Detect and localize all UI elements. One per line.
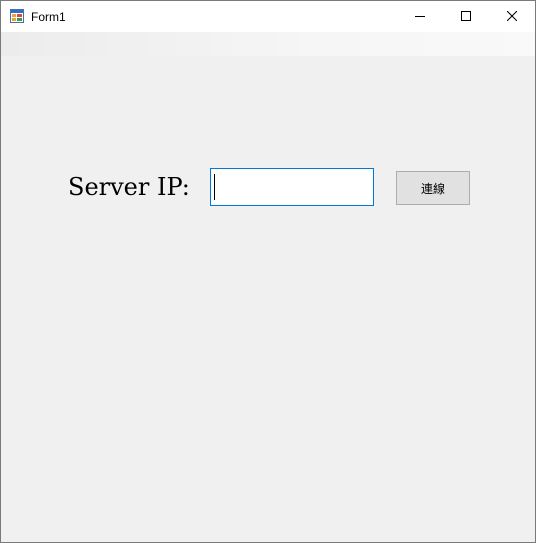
- minimize-button[interactable]: [397, 1, 443, 32]
- server-ip-label: Server IP:: [68, 173, 190, 201]
- window-title: Form1: [31, 10, 66, 24]
- connect-button[interactable]: 連線: [396, 171, 470, 205]
- server-ip-input[interactable]: [210, 168, 374, 206]
- maximize-button[interactable]: [443, 1, 489, 32]
- title-bar[interactable]: Form1: [1, 1, 535, 32]
- minimize-icon: [415, 10, 425, 24]
- text-caret: [214, 174, 215, 200]
- close-icon: [506, 10, 518, 24]
- form-app-icon[interactable]: [10, 9, 24, 23]
- maximize-icon: [461, 10, 471, 24]
- app-window: Form1 Server IP: 連線: [0, 0, 536, 543]
- close-button[interactable]: [489, 1, 535, 32]
- menu-strip: [1, 32, 535, 56]
